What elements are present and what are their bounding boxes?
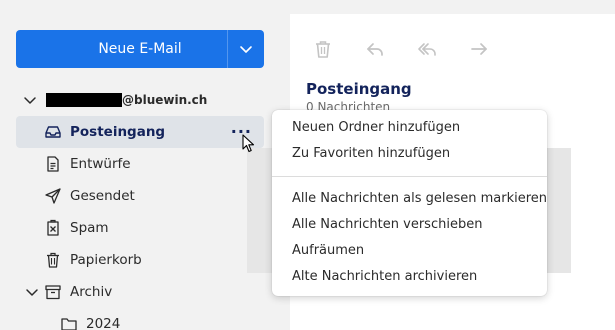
menu-item-move-all[interactable]: Alle Nachrichten verschieben (292, 214, 482, 236)
toolbar (312, 38, 490, 60)
folder-spam[interactable]: Spam (16, 212, 264, 244)
mouse-cursor-icon (242, 134, 255, 153)
page-title: Posteingang (306, 80, 412, 98)
redacted-username (46, 93, 122, 107)
archive-icon (45, 285, 61, 300)
chevron-down-icon[interactable] (22, 92, 38, 108)
new-mail-button[interactable]: Neue E-Mail (16, 30, 264, 68)
folder-2024[interactable]: 2024 (32, 308, 264, 330)
account-email: @bluewin.ch (46, 93, 207, 107)
reply-icon[interactable] (364, 38, 386, 60)
folder-label: Entwürfe (70, 156, 131, 172)
folder-drafts[interactable]: Entwürfe (16, 148, 264, 180)
chevron-down-icon[interactable] (238, 41, 254, 57)
folder-icon (61, 318, 77, 330)
folder-label: 2024 (86, 316, 121, 330)
folder-label: Archiv (70, 284, 113, 300)
new-mail-label: Neue E-Mail (98, 41, 182, 57)
draft-icon (47, 156, 59, 172)
reply-all-icon[interactable] (416, 38, 438, 60)
account-domain: @bluewin.ch (122, 93, 208, 107)
menu-item-new-folder[interactable]: Neuen Ordner hinzufügen (292, 117, 460, 139)
trash-icon (47, 252, 59, 268)
menu-item-archive-old[interactable]: Alte Nachrichten archivieren (292, 266, 477, 288)
forward-icon[interactable] (468, 38, 490, 60)
chevron-down-icon[interactable] (24, 284, 40, 300)
folder-label: Spam (70, 220, 109, 236)
menu-item-add-favorite[interactable]: Zu Favoriten hinzufügen (292, 143, 450, 165)
menu-item-mark-all-read[interactable]: Alle Nachrichten als gelesen markieren (292, 188, 547, 210)
send-icon (45, 188, 61, 204)
folder-label: Posteingang (70, 124, 166, 140)
folder-context-menu: Neuen Ordner hinzufügen Zu Favoriten hin… (272, 110, 547, 296)
split-divider (227, 30, 228, 68)
menu-item-clean-up[interactable]: Aufräumen (292, 240, 364, 262)
menu-divider (272, 176, 547, 177)
account-row[interactable]: @bluewin.ch (22, 88, 272, 112)
folder-trash[interactable]: Papierkorb (16, 244, 264, 276)
delete-icon[interactable] (312, 38, 334, 60)
folder-archive[interactable]: Archiv (16, 276, 264, 308)
folder-label: Papierkorb (70, 252, 142, 268)
inbox-icon (45, 126, 61, 138)
folder-sent[interactable]: Gesendet (16, 180, 264, 212)
sidebar: Neue E-Mail @bluewin.ch Posteingang ··· … (0, 0, 280, 330)
folder-label: Gesendet (70, 188, 135, 204)
folder-inbox[interactable]: Posteingang ··· (16, 116, 264, 148)
spam-icon (47, 219, 59, 236)
